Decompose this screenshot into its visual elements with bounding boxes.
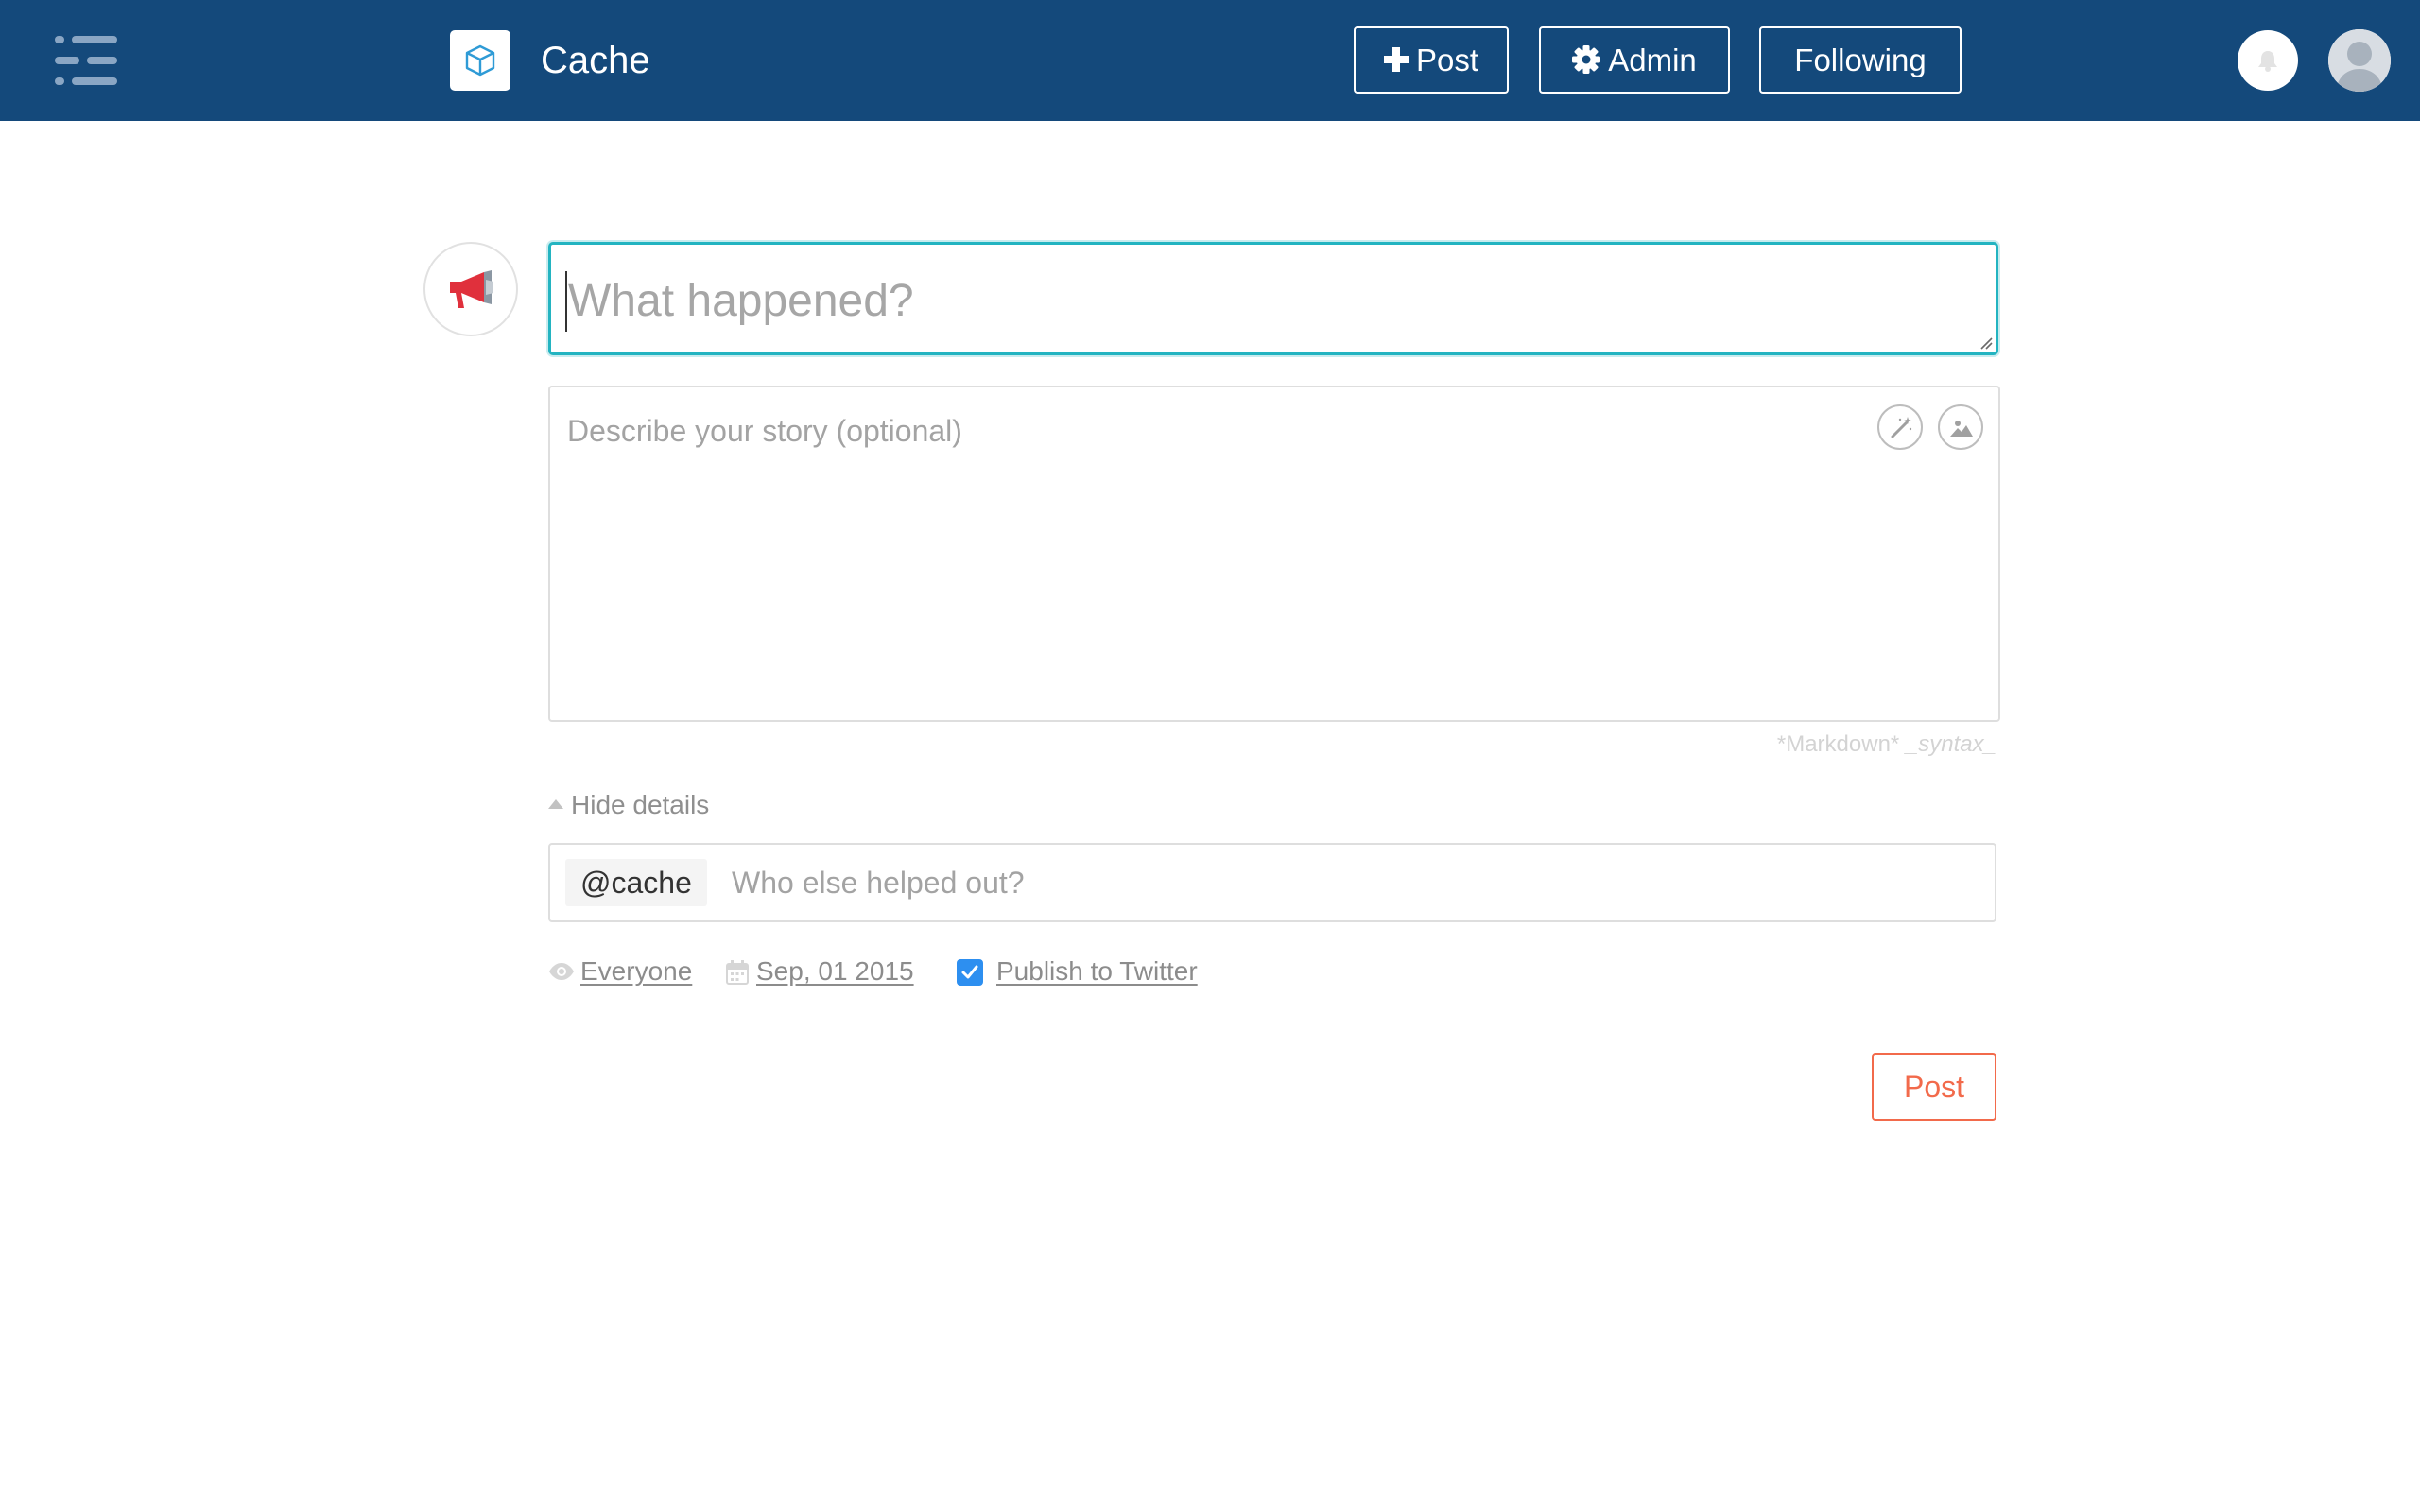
markdown-hint-italic: _syntax_ xyxy=(1905,731,1996,757)
gear-icon xyxy=(1572,45,1601,75)
description-textarea[interactable]: Describe your story (optional) xyxy=(548,386,2000,722)
caret-up-icon xyxy=(548,799,563,809)
new-post-label: Post xyxy=(1415,43,1479,77)
magic-format-button[interactable] xyxy=(1877,404,1923,450)
menu-icon[interactable] xyxy=(55,36,117,85)
date-label: Sep, 01 2015 xyxy=(756,956,914,986)
top-navigation-bar: Cache Post Admin Following xyxy=(0,0,2420,121)
title-input[interactable]: What happened? xyxy=(548,242,1998,355)
admin-button[interactable]: Admin xyxy=(1539,26,1730,94)
publish-twitter-option[interactable]: Publish to Twitter xyxy=(957,953,1198,990)
image-icon xyxy=(1950,421,1973,437)
brand-name[interactable]: Cache xyxy=(541,32,650,89)
magic-wand-icon xyxy=(1891,417,1912,438)
publish-twitter-label: Publish to Twitter xyxy=(996,956,1198,986)
hide-details-toggle[interactable]: Hide details xyxy=(548,788,709,822)
following-label: Following xyxy=(1794,43,1927,77)
eye-icon xyxy=(549,963,574,980)
admin-label: Admin xyxy=(1608,43,1697,77)
visibility-selector[interactable]: Everyone xyxy=(548,953,692,990)
visibility-label: Everyone xyxy=(580,956,693,986)
cube-icon xyxy=(465,44,495,77)
publish-twitter-checkbox[interactable] xyxy=(957,959,983,986)
title-placeholder: What happened? xyxy=(568,276,914,326)
description-placeholder: Describe your story (optional) xyxy=(567,414,962,448)
brand-logo[interactable] xyxy=(450,30,510,91)
following-button[interactable]: Following xyxy=(1759,26,1962,94)
check-icon xyxy=(961,965,978,979)
hide-details-label: Hide details xyxy=(571,790,710,819)
bell-icon xyxy=(2258,51,2277,72)
new-post-button[interactable]: Post xyxy=(1354,26,1509,94)
calendar-icon xyxy=(726,960,749,985)
markdown-hint-bold: *Markdown* xyxy=(1776,731,1900,757)
post-type-selector[interactable] xyxy=(424,242,518,336)
insert-image-button[interactable] xyxy=(1938,404,1983,450)
markdown-hint: *Markdown* _syntax_ xyxy=(1702,730,1996,760)
user-avatar-icon[interactable] xyxy=(2328,29,2391,92)
date-picker[interactable]: Sep, 01 2015 xyxy=(726,953,914,990)
resize-handle-icon[interactable] xyxy=(1979,336,1993,350)
submit-post-button[interactable]: Post xyxy=(1872,1053,1996,1121)
mention-tag[interactable]: @cache xyxy=(565,859,707,906)
text-caret xyxy=(565,271,567,332)
notifications-button[interactable] xyxy=(2238,30,2298,91)
plus-icon xyxy=(1383,47,1409,73)
helpers-placeholder: Who else helped out? xyxy=(732,866,1025,900)
megaphone-icon xyxy=(450,270,493,308)
helpers-input[interactable]: @cache Who else helped out? xyxy=(548,843,1996,922)
